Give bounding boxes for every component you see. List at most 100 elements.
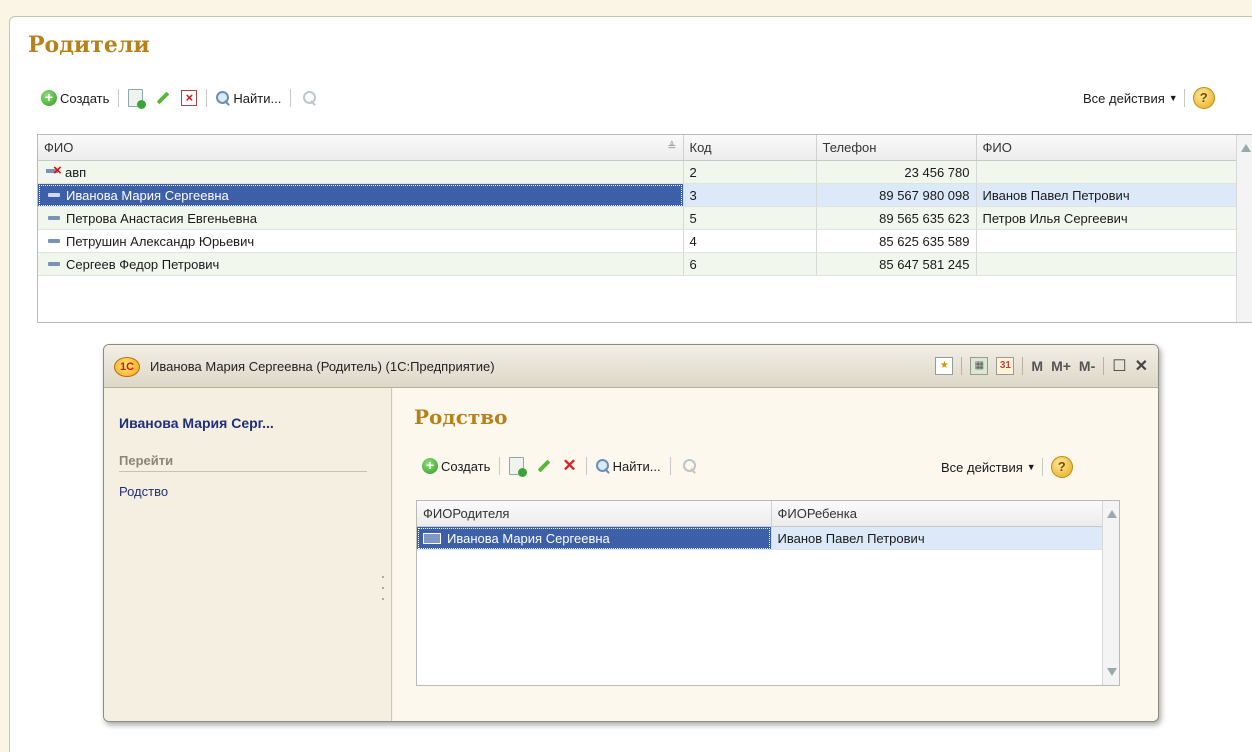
create-button[interactable]: + Создать: [38, 90, 112, 106]
row-item-icon: [48, 193, 60, 198]
column-header-phone[interactable]: Телефон: [816, 135, 977, 161]
toolbar-separator: [669, 457, 671, 475]
find-button[interactable]: Найти...: [593, 459, 664, 474]
row-item-icon: [48, 216, 60, 221]
memory-minus-button[interactable]: M-: [1079, 358, 1095, 374]
edit-button[interactable]: [152, 90, 174, 106]
search-icon: [595, 459, 610, 473]
navigation-panel: Иванова Мария Серг... Перейти Родство: [104, 388, 392, 721]
titlebar-icons: ★ ▦ 31 M M+ M- ☐ ✕: [935, 355, 1148, 377]
titlebar-separator: [1103, 357, 1105, 375]
scrollbar[interactable]: [1102, 501, 1119, 685]
toolbar-separator: [206, 89, 208, 107]
plus-circle-icon: +: [422, 458, 438, 474]
column-header-parent[interactable]: ФИОРодителя: [417, 501, 772, 527]
pencil-icon: [155, 90, 171, 106]
sort-icon: ≜: [667, 141, 677, 153]
scroll-down-icon[interactable]: [1107, 668, 1117, 676]
column-header-fio-child[interactable]: ФИО: [976, 135, 1238, 161]
table-row[interactable]: авп 2 23 456 780: [38, 160, 1238, 184]
edit-button[interactable]: [533, 458, 555, 474]
create-button-label: Создать: [60, 90, 110, 106]
cancel-search-icon: [300, 90, 318, 106]
all-actions-menu[interactable]: Все действия ▼ ?: [1083, 87, 1215, 109]
record-icon: [423, 533, 441, 545]
table-row[interactable]: Петрова Анастасия Евгеньевна 5 89 565 63…: [38, 206, 1238, 230]
calculator-icon[interactable]: ▦: [970, 357, 989, 375]
table-cell: 3: [683, 183, 817, 207]
table-header: ФИОРодителя ФИОРебенка: [417, 501, 1104, 527]
table-cell: [976, 252, 1238, 276]
table-cell: 5: [683, 206, 817, 230]
table-cell: Петрова Анастасия Евгеньевна: [38, 206, 684, 230]
child-content: Родство + Создать ✕ Найти... Все действи…: [393, 388, 1158, 721]
app-logo-icon: 1С: [114, 357, 140, 377]
all-actions-label: Все действия: [1083, 90, 1165, 106]
rodstvo-table[interactable]: ФИОРодителя ФИОРебенка Иванова Мария Сер…: [416, 500, 1120, 686]
table-cell: авп: [38, 160, 684, 184]
cancel-search-button[interactable]: [297, 90, 321, 106]
scroll-up-icon[interactable]: [1107, 510, 1117, 518]
toolbar-separator: [290, 89, 292, 107]
delete-mark-icon: ×: [181, 90, 198, 106]
create-button[interactable]: + Создать: [419, 458, 493, 474]
table-cell: Иванова Мария Сергеевна: [38, 183, 684, 207]
page-title: Родители: [28, 32, 150, 58]
section-title: Родство: [414, 405, 508, 429]
find-button-label: Найти...: [612, 458, 661, 474]
maximize-icon[interactable]: ☐: [1112, 356, 1126, 376]
search-icon: [216, 91, 230, 105]
memory-m-button[interactable]: M: [1031, 358, 1043, 374]
column-header-code[interactable]: Код: [683, 135, 817, 161]
child-window-title: Иванова Мария Сергеевна (Родитель) (1С:П…: [150, 359, 495, 374]
child-toolbar: + Создать ✕ Найти...: [419, 454, 701, 478]
table-cell: [976, 160, 1238, 184]
calendar-icon[interactable]: 31: [996, 357, 1015, 375]
copy-document-icon: [509, 457, 528, 477]
titlebar-separator: [961, 357, 963, 375]
create-button-label: Создать: [441, 458, 491, 474]
find-button[interactable]: Найти...: [213, 91, 284, 106]
favorite-star-icon[interactable]: ★: [935, 357, 954, 375]
copy-button[interactable]: [125, 89, 147, 109]
cancel-search-button[interactable]: [677, 458, 701, 474]
delete-button[interactable]: ✕: [559, 456, 579, 475]
copy-document-icon: [128, 89, 147, 109]
chevron-down-icon: ▼: [1026, 462, 1036, 472]
help-button[interactable]: ?: [1050, 456, 1073, 478]
delete-x-icon: ✕: [562, 456, 577, 475]
table-row[interactable]: Иванова Мария Сергеевна 3 89 567 980 098…: [38, 183, 1238, 207]
table-row[interactable]: Петрушин Александр Юрьевич 4 85 625 635 …: [38, 229, 1238, 253]
column-header-fio[interactable]: ФИО ≜: [38, 135, 684, 161]
nav-link-rodstvo[interactable]: Родство: [119, 484, 168, 499]
goto-header: Перейти: [119, 453, 367, 472]
table-cell: Иванов Павел Петрович: [771, 526, 1104, 550]
table-row[interactable]: Иванова Мария Сергеевна Иванов Павел Пет…: [417, 526, 1104, 550]
child-window-titlebar[interactable]: 1С Иванова Мария Сергеевна (Родитель) (1…: [104, 345, 1158, 388]
chevron-down-icon: ▼: [1168, 93, 1178, 103]
toolbar-separator: [585, 457, 587, 475]
table-cell: Петров Илья Сергеевич: [976, 206, 1238, 230]
memory-plus-button[interactable]: M+: [1051, 358, 1071, 374]
toolbar-separator: [118, 89, 120, 107]
help-button[interactable]: ?: [1192, 87, 1215, 109]
close-icon[interactable]: ✕: [1135, 356, 1148, 376]
scrollbar[interactable]: [1236, 135, 1252, 322]
object-title: Иванова Мария Серг...: [119, 415, 274, 431]
all-actions-menu[interactable]: Все действия ▼ ?: [941, 456, 1073, 478]
table-header: ФИО ≜ Код Телефон ФИО: [38, 135, 1238, 161]
table-cell: 2: [683, 160, 817, 184]
table-row[interactable]: Сергеев Федор Петрович 6 85 647 581 245: [38, 252, 1238, 276]
main-toolbar: + Создать × Найти...: [38, 86, 321, 110]
mark-delete-button[interactable]: ×: [178, 90, 200, 106]
column-header-child[interactable]: ФИОРебенка: [771, 501, 1104, 527]
copy-button[interactable]: [506, 457, 528, 477]
table-cell: 85 647 581 245: [816, 252, 977, 276]
table-cell: 89 567 980 098: [816, 183, 977, 207]
panel-splitter[interactable]: [382, 576, 385, 609]
table-cell: 89 565 635 623: [816, 206, 977, 230]
scroll-up-icon[interactable]: [1241, 144, 1251, 152]
table-cell: 85 625 635 589: [816, 229, 977, 253]
parents-table[interactable]: ФИО≜ Код Телефон ФИО авп 2 23 456 780 Ив…: [37, 134, 1252, 323]
table-cell: Иванов Павел Петрович: [976, 183, 1238, 207]
